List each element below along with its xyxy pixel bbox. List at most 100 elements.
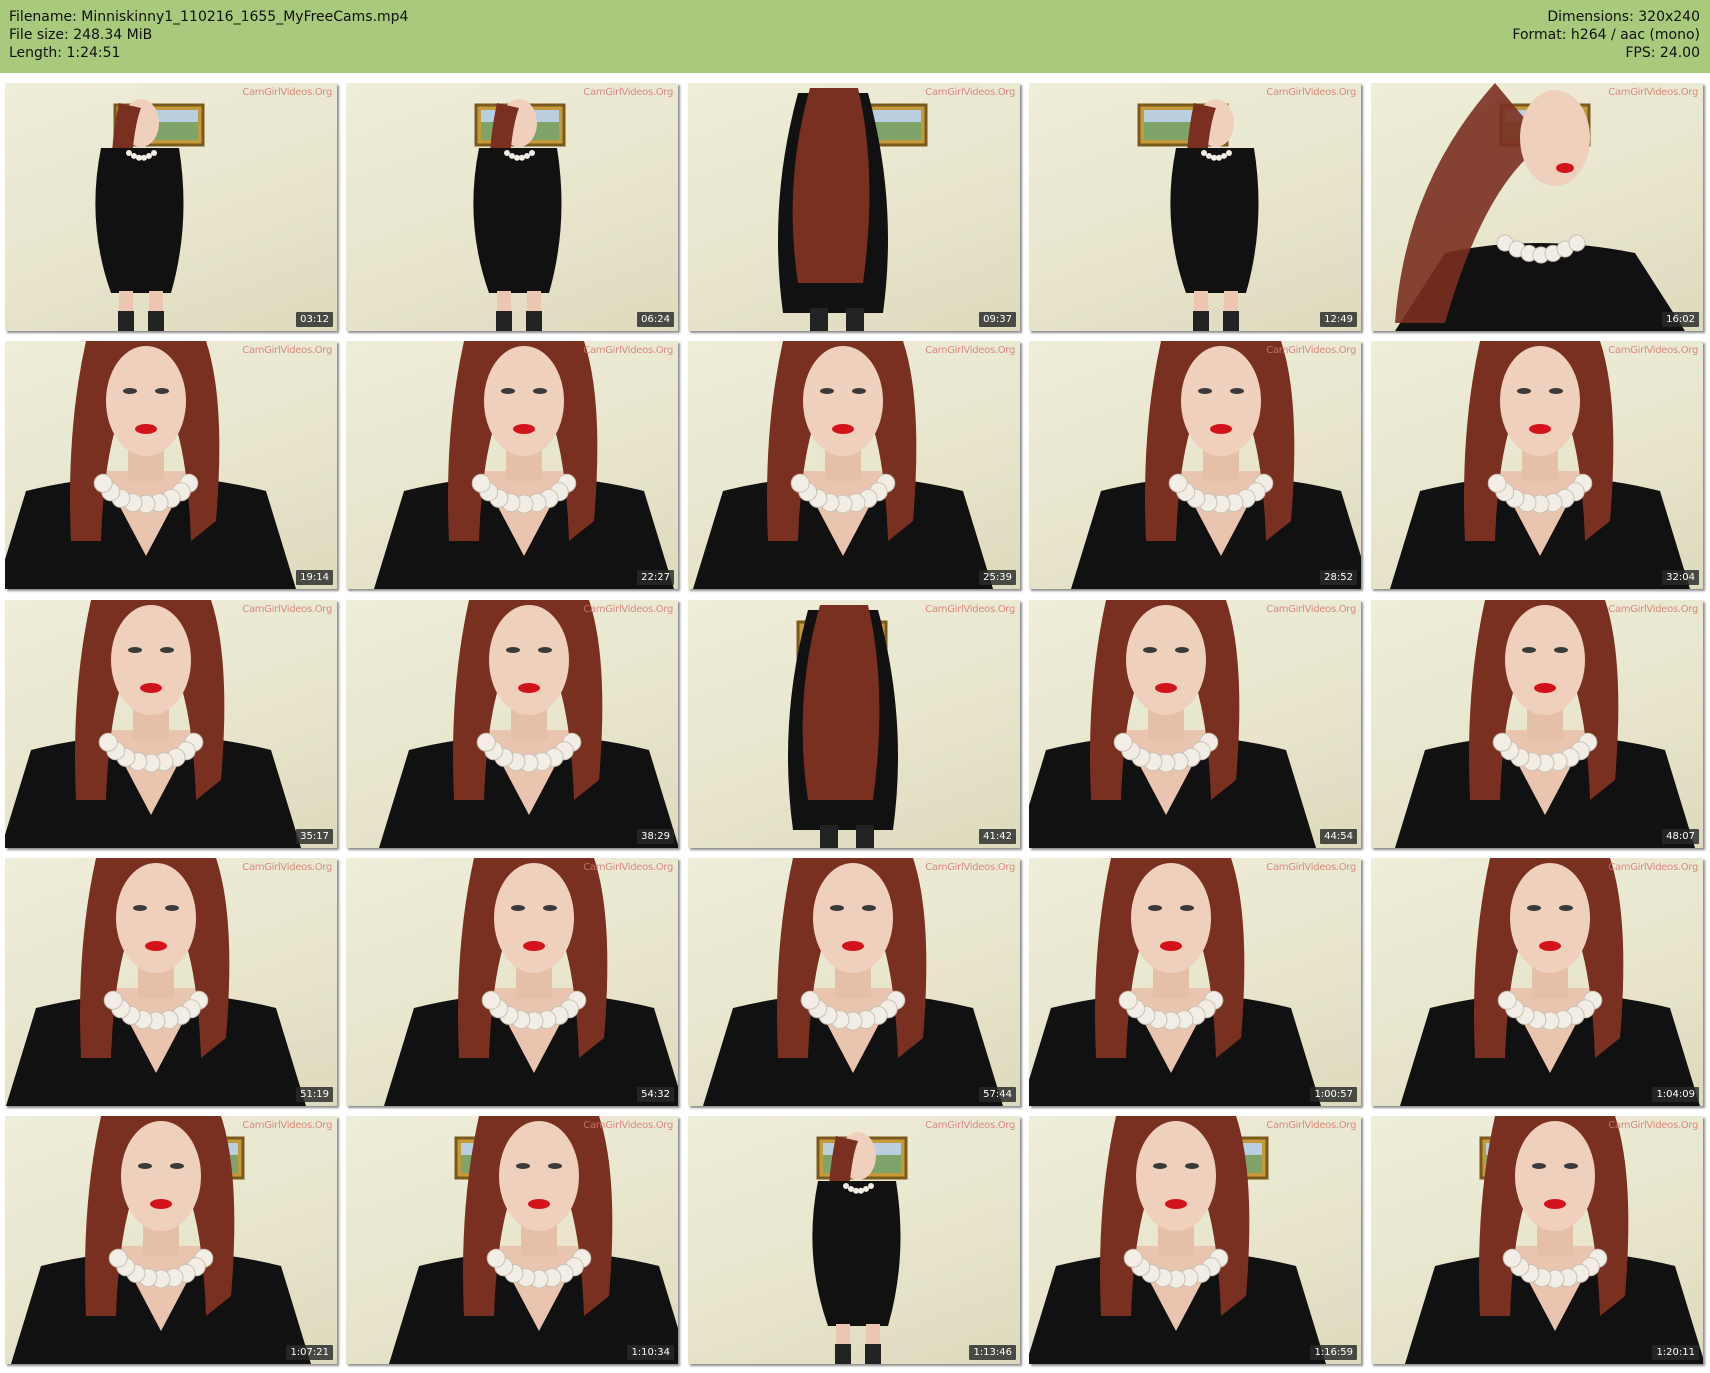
thumbnail-frame[interactable]: CamGirlVideos.Org 41:42 [688, 600, 1020, 848]
watermark-logo: CamGirlVideos.Org [242, 345, 332, 356]
thumbnail-image [346, 600, 678, 848]
thumbnail-image [1371, 600, 1703, 848]
thumbnail-frame[interactable]: CamGirlVideos.Org 44:54 [1029, 600, 1361, 848]
thumbnail-frame[interactable]: CamGirlVideos.Org 32:04 [1371, 341, 1703, 589]
timestamp-badge: 44:54 [1320, 829, 1357, 844]
watermark-logo: CamGirlVideos.Org [1266, 87, 1356, 98]
thumbnail-frame[interactable]: CamGirlVideos.Org 1:07:21 [5, 1116, 337, 1364]
thumbnail-frame[interactable]: CamGirlVideos.Org 12:49 [1029, 83, 1361, 331]
thumbnail-frame[interactable]: CamGirlVideos.Org 51:19 [5, 858, 337, 1106]
timestamp-badge: 1:00:57 [1310, 1087, 1357, 1102]
timestamp-badge: 1:13:46 [969, 1345, 1016, 1360]
thumbnail-image [5, 1116, 337, 1364]
watermark-logo: CamGirlVideos.Org [1266, 1120, 1356, 1131]
timestamp-badge: 1:07:21 [286, 1345, 333, 1360]
thumbnail-frame[interactable]: CamGirlVideos.Org 1:00:57 [1029, 858, 1361, 1106]
timestamp-badge: 03:12 [296, 312, 333, 327]
thumbnail-frame[interactable]: CamGirlVideos.Org 1:13:46 [688, 1116, 1020, 1364]
thumbnail-image [5, 341, 337, 589]
thumbnail-grid: CamGirlVideos.Org 03:12 CamGirlVideos.Org 0… [5, 83, 1707, 1368]
watermark-logo: CamGirlVideos.Org [1608, 345, 1698, 356]
watermark-logo: CamGirlVideos.Org [925, 604, 1015, 615]
watermark-logo: CamGirlVideos.Org [242, 87, 332, 98]
thumbnail-image [688, 1116, 1020, 1364]
timestamp-badge: 16:02 [1662, 312, 1699, 327]
thumbnail-frame[interactable]: CamGirlVideos.Org 03:12 [5, 83, 337, 331]
timestamp-badge: 41:42 [979, 829, 1016, 844]
watermark-logo: CamGirlVideos.Org [1608, 87, 1698, 98]
timestamp-badge: 57:44 [979, 1087, 1016, 1102]
watermark-logo: CamGirlVideos.Org [242, 862, 332, 873]
timestamp-badge: 12:49 [1320, 312, 1357, 327]
timestamp-badge: 19:14 [296, 570, 333, 585]
thumbnail-image [1371, 341, 1703, 589]
info-header: Filename: Minniskinny1_110216_1655_MyFre… [0, 0, 1710, 73]
thumbnail-frame[interactable]: CamGirlVideos.Org 54:32 [346, 858, 678, 1106]
thumbnail-frame[interactable]: CamGirlVideos.Org 25:39 [688, 341, 1020, 589]
timestamp-badge: 1:16:59 [1310, 1345, 1357, 1360]
thumbnail-image [1029, 858, 1361, 1106]
thumbnail-image [346, 83, 678, 331]
watermark-logo: CamGirlVideos.Org [242, 1120, 332, 1131]
watermark-logo: CamGirlVideos.Org [1608, 604, 1698, 615]
thumbnail-frame[interactable]: CamGirlVideos.Org 57:44 [688, 858, 1020, 1106]
length-text: Length: 1:24:51 [9, 45, 121, 61]
thumbnail-image [688, 83, 1020, 331]
thumbnail-frame[interactable]: CamGirlVideos.Org 16:02 [1371, 83, 1703, 331]
thumbnail-image [1029, 341, 1361, 589]
thumbnail-image [5, 858, 337, 1106]
watermark-logo: CamGirlVideos.Org [1266, 604, 1356, 615]
file-info: Filename: Minniskinny1_110216_1655_MyFre… [9, 8, 408, 62]
timestamp-badge: 1:20:11 [1652, 1345, 1699, 1360]
thumbnail-image [5, 600, 337, 848]
thumbnail-frame[interactable]: CamGirlVideos.Org 35:17 [5, 600, 337, 848]
filename-text: Filename: Minniskinny1_110216_1655_MyFre… [9, 9, 409, 25]
watermark-logo: CamGirlVideos.Org [925, 345, 1015, 356]
thumbnail-frame[interactable]: CamGirlVideos.Org 1:10:34 [346, 1116, 678, 1364]
thumbnail-frame[interactable]: CamGirlVideos.Org 1:20:11 [1371, 1116, 1703, 1364]
watermark-logo: CamGirlVideos.Org [1608, 1120, 1698, 1131]
thumbnail-frame[interactable]: CamGirlVideos.Org 22:27 [346, 341, 678, 589]
watermark-logo: CamGirlVideos.Org [242, 604, 332, 615]
timestamp-badge: 1:04:09 [1652, 1087, 1699, 1102]
thumbnail-frame[interactable]: CamGirlVideos.Org 19:14 [5, 341, 337, 589]
watermark-logo: CamGirlVideos.Org [583, 604, 673, 615]
thumbnail-image [1371, 858, 1703, 1106]
dimensions-text: Dimensions: 320x240 [1547, 9, 1700, 25]
thumbnail-frame[interactable]: CamGirlVideos.Org 06:24 [346, 83, 678, 331]
thumbnail-frame[interactable]: CamGirlVideos.Org 38:29 [346, 600, 678, 848]
timestamp-badge: 06:24 [637, 312, 674, 327]
watermark-logo: CamGirlVideos.Org [1266, 345, 1356, 356]
thumbnail-image [1371, 83, 1703, 331]
timestamp-badge: 32:04 [1662, 570, 1699, 585]
watermark-logo: CamGirlVideos.Org [925, 862, 1015, 873]
timestamp-badge: 25:39 [979, 570, 1016, 585]
watermark-logo: CamGirlVideos.Org [583, 87, 673, 98]
watermark-logo: CamGirlVideos.Org [925, 87, 1015, 98]
watermark-logo: CamGirlVideos.Org [583, 862, 673, 873]
thumbnail-frame[interactable]: CamGirlVideos.Org 1:16:59 [1029, 1116, 1361, 1364]
watermark-logo: CamGirlVideos.Org [583, 1120, 673, 1131]
timestamp-badge: 38:29 [637, 829, 674, 844]
watermark-logo: CamGirlVideos.Org [1266, 862, 1356, 873]
timestamp-badge: 28:52 [1320, 570, 1357, 585]
thumbnail-image [1371, 1116, 1703, 1364]
fps-text: FPS: 24.00 [1625, 45, 1700, 61]
thumbnail-image [688, 600, 1020, 848]
thumbnail-frame[interactable]: CamGirlVideos.Org 48:07 [1371, 600, 1703, 848]
thumbnail-image [1029, 1116, 1361, 1364]
timestamp-badge: 22:27 [637, 570, 674, 585]
timestamp-badge: 51:19 [296, 1087, 333, 1102]
watermark-logo: CamGirlVideos.Org [583, 345, 673, 356]
thumbnail-image [346, 1116, 678, 1364]
thumbnail-frame[interactable]: CamGirlVideos.Org 09:37 [688, 83, 1020, 331]
timestamp-badge: 48:07 [1662, 829, 1699, 844]
thumbnail-image [1029, 83, 1361, 331]
thumbnail-image [346, 341, 678, 589]
thumbnail-frame[interactable]: CamGirlVideos.Org 1:04:09 [1371, 858, 1703, 1106]
timestamp-badge: 09:37 [979, 312, 1016, 327]
thumbnail-frame[interactable]: CamGirlVideos.Org 28:52 [1029, 341, 1361, 589]
thumbnail-image [1029, 600, 1361, 848]
media-info: Dimensions: 320x240 Format: h264 / aac (… [1512, 8, 1700, 62]
thumbnail-image [688, 341, 1020, 589]
